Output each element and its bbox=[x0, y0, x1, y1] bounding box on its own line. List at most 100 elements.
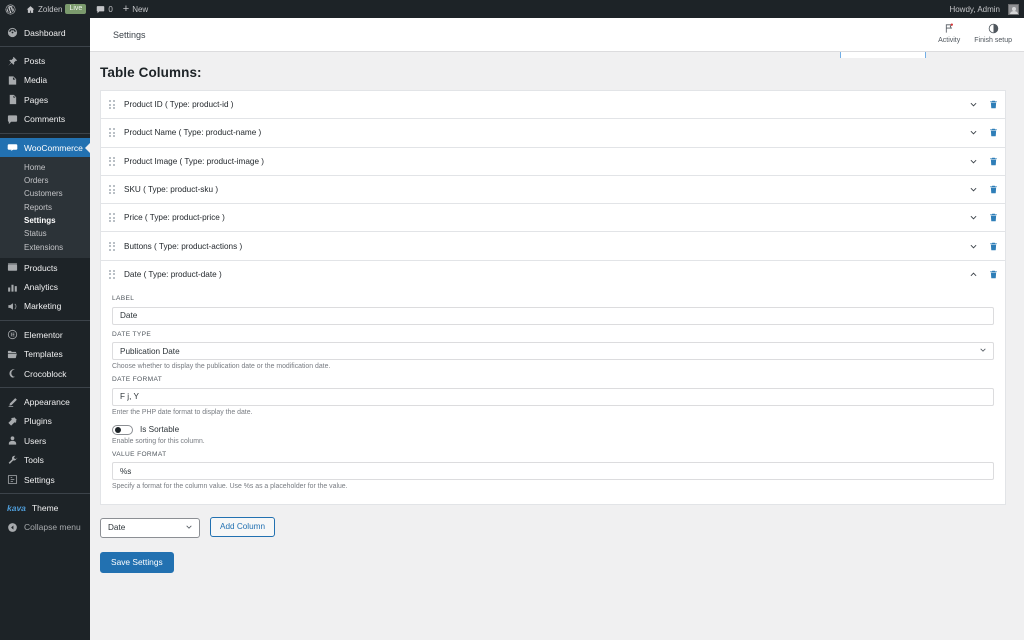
submenu-item-extensions[interactable]: Extensions bbox=[0, 241, 90, 254]
sidebar-item-elementor[interactable]: Elementor bbox=[0, 325, 90, 344]
drag-handle-icon[interactable] bbox=[109, 127, 116, 138]
sidebar-item-media[interactable]: Media bbox=[0, 71, 90, 90]
drag-handle-icon[interactable] bbox=[109, 269, 116, 280]
home-icon bbox=[26, 5, 35, 14]
finish-setup-button[interactable]: Finish setup bbox=[974, 18, 1012, 44]
sidebar-divider bbox=[0, 387, 90, 389]
delete-column-icon[interactable] bbox=[988, 241, 999, 252]
delete-column-icon[interactable] bbox=[988, 184, 999, 195]
save-settings-button[interactable]: Save Settings bbox=[100, 551, 174, 573]
column-label: Product Image ( Type: product-image ) bbox=[124, 156, 265, 166]
sidebar-item-collapse-menu[interactable]: Collapse menu bbox=[0, 518, 90, 537]
table-row[interactable]: Product Image ( Type: product-image ) bbox=[100, 146, 1006, 175]
new-column-type-select[interactable] bbox=[100, 517, 200, 538]
is-sortable-label: Is Sortable bbox=[140, 425, 180, 435]
plus-icon: + bbox=[122, 2, 130, 15]
delete-column-icon[interactable] bbox=[988, 156, 999, 167]
chevron-down-icon[interactable] bbox=[968, 184, 979, 195]
settings-content: Table Columns: Product ID ( Type: produc… bbox=[90, 52, 1024, 640]
sidebar-item-pages[interactable]: Pages bbox=[0, 90, 90, 109]
submenu-item-reports[interactable]: Reports bbox=[0, 200, 90, 213]
table-row[interactable]: Product Name ( Type: product-name ) bbox=[100, 118, 1006, 147]
dashboard-icon bbox=[7, 27, 18, 38]
chevron-down-icon[interactable] bbox=[968, 99, 979, 110]
my-account-menu[interactable]: Howdy, Admin bbox=[944, 0, 1024, 18]
is-sortable-toggle[interactable] bbox=[112, 424, 133, 435]
sidebar-divider bbox=[0, 46, 90, 48]
date-format-input[interactable] bbox=[112, 387, 994, 406]
howdy-label: Howdy, Admin bbox=[949, 4, 1000, 14]
sidebar-item-posts[interactable]: Posts bbox=[0, 51, 90, 70]
activity-button[interactable]: Activity bbox=[938, 18, 960, 44]
site-name-menu[interactable]: Zolden Live bbox=[21, 0, 91, 18]
submenu-item-home[interactable]: Home bbox=[0, 160, 90, 173]
drag-handle-icon[interactable] bbox=[109, 184, 116, 195]
users-icon bbox=[7, 435, 18, 446]
chevron-down-icon[interactable] bbox=[968, 127, 979, 138]
delete-column-icon[interactable] bbox=[988, 212, 999, 223]
settings-icon bbox=[7, 474, 18, 485]
sidebar-item-label: Analytics bbox=[24, 282, 59, 293]
add-column-button[interactable]: Add Column bbox=[210, 517, 276, 538]
chevron-up-icon[interactable] bbox=[968, 269, 979, 280]
label-input[interactable] bbox=[112, 306, 994, 325]
sidebar-item-label: Theme bbox=[31, 502, 59, 513]
chevron-down-icon[interactable] bbox=[968, 156, 979, 167]
sidebar-item-label: Elementor bbox=[24, 329, 63, 340]
breadcrumb: Settings bbox=[113, 29, 146, 40]
comments-menu[interactable]: 0 bbox=[91, 0, 117, 18]
sidebar-item-label: WooCommerce bbox=[24, 142, 83, 153]
comment-bubble-icon bbox=[96, 5, 105, 14]
sidebar-item-label: Tools bbox=[24, 455, 44, 466]
sidebar-item-users[interactable]: Users bbox=[0, 431, 90, 450]
sidebar-item-appearance[interactable]: Appearance bbox=[0, 392, 90, 411]
delete-column-icon[interactable] bbox=[988, 269, 999, 280]
header-actions: Activity Finish setup bbox=[938, 18, 1024, 52]
admin-sidebar-menu: Dashboard Posts Media Pages Comments Woo… bbox=[0, 18, 90, 640]
drag-handle-icon[interactable] bbox=[109, 99, 116, 110]
woocommerce-submenu: Home Orders Customers Reports Settings S… bbox=[0, 157, 90, 258]
chevron-down-icon[interactable] bbox=[968, 212, 979, 223]
new-content-menu[interactable]: + New bbox=[118, 0, 153, 18]
delete-column-icon[interactable] bbox=[988, 99, 999, 110]
drag-handle-icon[interactable] bbox=[109, 241, 116, 252]
table-row[interactable]: SKU ( Type: product-sku ) bbox=[100, 174, 1006, 204]
submenu-item-settings[interactable]: Settings bbox=[0, 214, 90, 227]
delete-column-icon[interactable] bbox=[988, 127, 999, 138]
appearance-icon bbox=[7, 397, 18, 408]
table-row-expanded[interactable]: Date ( Type: product-date ) bbox=[100, 259, 1006, 289]
sidebar-item-crocoblock[interactable]: Crocoblock bbox=[0, 364, 90, 383]
sidebar-item-analytics[interactable]: Analytics bbox=[0, 277, 90, 296]
half-circle-icon bbox=[988, 22, 999, 36]
sidebar-item-label: Pages bbox=[24, 94, 49, 105]
sidebar-item-tools[interactable]: Tools bbox=[0, 450, 90, 469]
sidebar-item-marketing[interactable]: Marketing bbox=[0, 297, 90, 316]
value-format-input[interactable] bbox=[112, 462, 994, 481]
table-row[interactable]: Buttons ( Type: product-actions ) bbox=[100, 231, 1006, 260]
sidebar-item-comments[interactable]: Comments bbox=[0, 110, 90, 129]
column-label: Price ( Type: product-price ) bbox=[124, 213, 225, 223]
sidebar-item-plugins[interactable]: Plugins bbox=[0, 412, 90, 431]
sidebar-divider bbox=[0, 132, 90, 134]
submenu-item-status[interactable]: Status bbox=[0, 227, 90, 240]
table-row[interactable]: Product ID ( Type: product-id ) bbox=[100, 90, 1006, 119]
submenu-item-orders[interactable]: Orders bbox=[0, 174, 90, 187]
sidebar-item-theme[interactable]: kava Theme bbox=[0, 498, 90, 517]
sidebar-item-settings[interactable]: Settings bbox=[0, 470, 90, 489]
crocoblock-icon bbox=[7, 368, 18, 379]
drag-handle-icon[interactable] bbox=[109, 156, 116, 167]
submenu-item-customers[interactable]: Customers bbox=[0, 187, 90, 200]
chevron-down-icon[interactable] bbox=[968, 241, 979, 252]
wp-logo-menu[interactable] bbox=[0, 0, 21, 18]
sidebar-item-label: Appearance bbox=[24, 397, 70, 407]
sidebar-item-templates[interactable]: Templates bbox=[0, 345, 90, 364]
sidebar-item-label: Dashboard bbox=[24, 27, 66, 38]
sidebar-item-woocommerce[interactable]: WooCommerce bbox=[0, 137, 90, 158]
sidebar-item-dashboard[interactable]: Dashboard bbox=[0, 23, 90, 42]
drag-handle-icon[interactable] bbox=[109, 212, 116, 223]
date-type-select[interactable] bbox=[112, 342, 994, 361]
page-title: Table Columns: bbox=[100, 65, 202, 80]
sidebar-item-products[interactable]: Products bbox=[0, 258, 90, 277]
table-row[interactable]: Price ( Type: product-price ) bbox=[100, 203, 1006, 232]
column-label: Date ( Type: product-date ) bbox=[124, 269, 222, 279]
